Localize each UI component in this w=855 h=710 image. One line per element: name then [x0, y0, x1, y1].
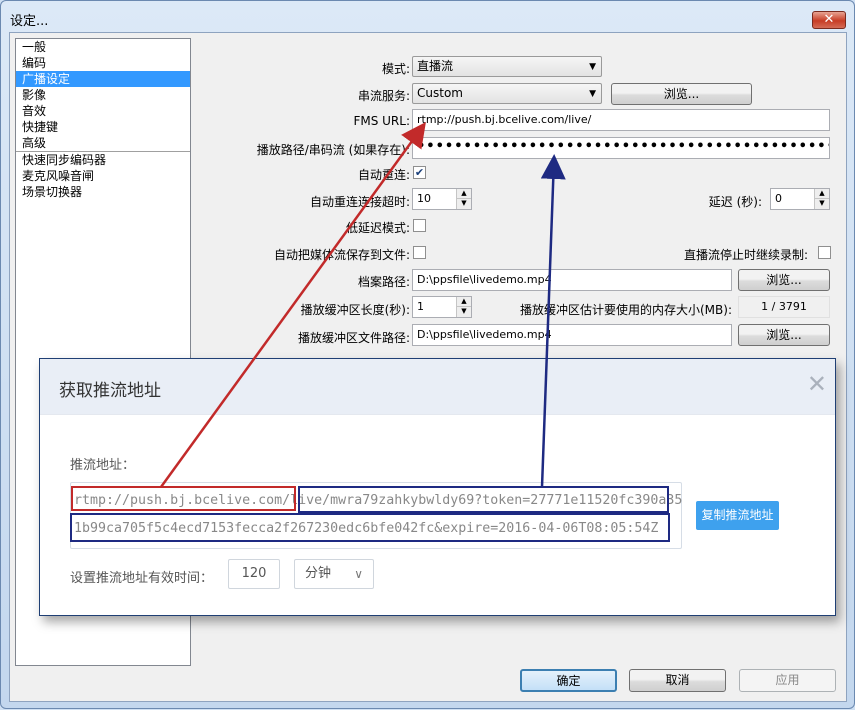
window-close-button[interactable]: ✕ [812, 11, 846, 29]
expire-unit-value: 分钟 [305, 566, 332, 581]
push-url-dialog-header: 获取推流地址 ✕ [40, 359, 835, 415]
spin-up-icon[interactable]: ▲ [456, 297, 471, 307]
cancel-button[interactable]: 取消 [629, 669, 726, 692]
delay-value: 0 [775, 192, 782, 205]
buffer-memory-value: 1 / 3791 [738, 296, 830, 318]
title-bar: 设定... ✕ [1, 1, 854, 35]
buffer-length-label: 播放缓冲区长度(秒): [300, 303, 410, 317]
expire-time-label: 设置推流地址有效时间： [70, 571, 214, 586]
spin-up-icon[interactable]: ▲ [814, 189, 829, 199]
mode-label: 模式: [381, 62, 410, 76]
keep-recording-label: 直播流停止时继续录制: [683, 248, 808, 262]
spin-down-icon[interactable]: ▼ [456, 199, 471, 209]
dropdown-arrow-icon: ▼ [589, 62, 596, 72]
apply-button[interactable]: 应用 [739, 669, 836, 692]
fms-url-input[interactable]: rtmp://push.bj.bcelive.com/live/ [412, 109, 830, 131]
low-latency-checkbox[interactable] [413, 219, 426, 232]
expire-time-input[interactable]: 120 [228, 559, 280, 589]
auto-save-checkbox[interactable] [413, 246, 426, 259]
auto-reconnect-checkbox[interactable]: ✔ [413, 166, 426, 179]
fms-url-label: FMS URL: [353, 114, 410, 128]
reconnect-timeout-label: 自动重连连接超时: [309, 195, 410, 209]
reconnect-timeout-value: 10 [417, 192, 431, 205]
auto-reconnect-label: 自动重连: [357, 168, 410, 182]
sidebar-item-encoding[interactable]: 编码 [16, 55, 190, 71]
file-path-browse-button[interactable]: 浏览... [738, 269, 830, 291]
window-title: 设定... [10, 14, 49, 29]
buffer-file-browse-button[interactable]: 浏览... [738, 324, 830, 346]
buffer-file-label: 播放缓冲区文件路径: [297, 331, 410, 345]
buffer-length-value: 1 [417, 300, 424, 313]
mode-select[interactable]: 直播流 ▼ [412, 56, 602, 77]
sidebar-item-advanced[interactable]: 高级 [16, 135, 190, 151]
push-url-label: 推流地址： [70, 458, 136, 473]
push-url-dialog: 获取推流地址 ✕ 推流地址： rtmp://push.bj.bcelive.co… [39, 358, 836, 616]
spin-up-icon[interactable]: ▲ [456, 189, 471, 199]
stream-key-highlight-line2 [70, 513, 670, 542]
dropdown-arrow-icon: ▼ [589, 89, 596, 99]
ok-button[interactable]: 确定 [520, 669, 617, 692]
buffer-length-spinner[interactable]: 1 ▲ ▼ [412, 296, 472, 318]
keep-recording-checkbox[interactable] [818, 246, 831, 259]
sidebar-item-quick-sync[interactable]: 快速同步编码器 [16, 152, 190, 168]
buffer-memory-label: 播放缓冲区估计要使用的内存大小(MB): [520, 303, 732, 317]
sidebar-item-noise-gate[interactable]: 麦克风噪音闸 [16, 168, 190, 184]
spin-down-icon[interactable]: ▼ [456, 307, 471, 317]
play-path-label: 播放路径/串码流 (如果存在): [256, 143, 410, 157]
service-select[interactable]: Custom ▼ [412, 83, 602, 104]
buffer-file-input[interactable]: D:\ppsfile\livedemo.mp4 [412, 324, 732, 346]
sidebar-item-scene-switcher[interactable]: 场景切换器 [16, 184, 190, 200]
sidebar-item-audio[interactable]: 音效 [16, 103, 190, 119]
delay-label: 延迟 (秒): [708, 195, 762, 209]
sidebar-item-hotkeys[interactable]: 快捷键 [16, 119, 190, 135]
close-icon[interactable]: ✕ [807, 372, 827, 396]
sidebar-item-general[interactable]: 一般 [16, 39, 190, 55]
service-select-value: Custom [417, 86, 463, 100]
mode-select-value: 直播流 [417, 59, 454, 73]
base-url-highlight [71, 486, 296, 511]
stream-key-highlight [298, 486, 669, 513]
file-path-input[interactable]: D:\ppsfile\livedemo.mp4 [412, 269, 732, 291]
auto-save-label: 自动把媒体流保存到文件: [273, 248, 410, 262]
copy-push-url-button[interactable]: 复制推流地址 [696, 501, 779, 530]
low-latency-label: 低延迟模式: [345, 221, 410, 235]
play-path-input[interactable]: ••••••••••••••••••••••••••••••••••••••••… [412, 137, 830, 159]
expire-unit-select[interactable]: 分钟 ∨ [294, 559, 374, 589]
chevron-down-icon: ∨ [354, 567, 363, 581]
sidebar-item-broadcast[interactable]: 广播设定 [16, 71, 190, 87]
service-browse-button[interactable]: 浏览... [611, 83, 752, 105]
delay-spinner[interactable]: 0 ▲ ▼ [770, 188, 830, 210]
settings-window: 设定... ✕ 一般 编码 广播设定 影像 音效 快捷键 高级 快速同步编码器 … [0, 0, 855, 709]
service-label: 串流服务: [357, 89, 410, 103]
sidebar-item-video[interactable]: 影像 [16, 87, 190, 103]
push-url-dialog-title: 获取推流地址 [59, 381, 161, 401]
spin-down-icon[interactable]: ▼ [814, 199, 829, 209]
reconnect-timeout-spinner[interactable]: 10 ▲ ▼ [412, 188, 472, 210]
file-path-label: 档案路径: [357, 275, 410, 289]
